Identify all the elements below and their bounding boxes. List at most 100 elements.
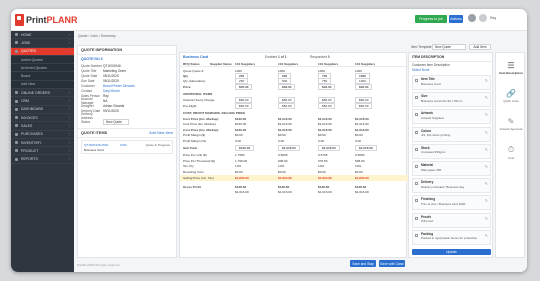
rail-item-label: Quick Links — [503, 99, 519, 103]
quote-field-label: Due Date — [81, 78, 95, 83]
row-value: 0.00 — [235, 138, 242, 143]
sidebar-item-crm[interactable]: CRM › — [11, 97, 74, 106]
app-logo[interactable]: Print PLANR — [15, 13, 78, 27]
enabled-value: 1 of 1 — [278, 55, 287, 59]
sidebar-item-archived-quotes[interactable]: Archived Quotes — [11, 64, 74, 73]
item-description-card[interactable]: Packing Packed in rigid plastic boxes for… — [412, 229, 491, 245]
row-value[interactable]: $32.00 — [318, 83, 336, 90]
item-description-card[interactable]: Artwork Artwork Supplied ✎ — [412, 109, 491, 125]
row-value[interactable]: $1,016.00 — [278, 144, 300, 151]
edit-icon[interactable]: ✎ — [485, 164, 488, 169]
row-value[interactable]: $50.00 — [278, 102, 296, 109]
edit-icon[interactable]: ✎ — [485, 216, 488, 221]
sidebar-item-label: DASHBOARD — [21, 107, 44, 112]
avatar[interactable] — [479, 14, 487, 22]
row-value[interactable]: $1,016.00 — [355, 144, 377, 151]
checkbox[interactable] — [415, 96, 418, 100]
edit-icon[interactable]: ✎ — [485, 147, 488, 152]
sidebar-item-inventory[interactable]: INVENTORY › — [11, 139, 74, 148]
rail-item-cost[interactable]: ⏱ Cost — [496, 145, 526, 160]
sidebar-item-jobs[interactable]: JOBS › — [11, 39, 74, 48]
edit-icon[interactable]: ✎ — [485, 198, 488, 203]
bell-icon[interactable] — [468, 14, 476, 22]
item-description-card[interactable]: Proofs Pdf proof ✎ — [412, 212, 491, 228]
sidebar-item-quotes[interactable]: QUOTES › — [11, 47, 74, 56]
quote-field-label: Quote Title — [81, 68, 97, 73]
quote-field-value: Ray — [103, 94, 109, 99]
sidebar-item-dashboard[interactable]: DASHBOARD › — [11, 106, 74, 114]
row-value[interactable]: $35.00 — [235, 83, 253, 90]
edit-icon[interactable]: ✎ — [485, 233, 488, 238]
item-description-card[interactable]: Delivery Delivery included / Business day… — [412, 178, 491, 194]
row-value[interactable]: $319.00 — [235, 144, 255, 151]
quote-field-value[interactable]: Daryl Booth — [103, 89, 120, 93]
row-value: $1,016.00 — [318, 116, 332, 121]
card-text: Matt paper 350 — [421, 167, 442, 172]
sidebar-item-add-new[interactable]: Add New — [11, 80, 74, 90]
status-select[interactable]: New Quote — [103, 118, 129, 125]
breadcrumb[interactable]: Quote / Jobs / Summary — [78, 34, 116, 38]
sidebar-item-board[interactable]: Board — [11, 72, 74, 81]
checkbox[interactable] — [415, 199, 418, 203]
checkbox[interactable] — [415, 147, 418, 151]
quote-fields: Quote Number QT-5001946 Quote Title Marketi… — [78, 63, 176, 125]
user-name[interactable]: Ray — [490, 16, 496, 20]
sidebar-item-home[interactable]: HOME › — [11, 31, 74, 40]
rail-item-artwork-approval[interactable]: ✎ Artwork Approval — [496, 117, 526, 131]
row-value[interactable]: $50.00 — [235, 102, 253, 109]
progress-to-job-button[interactable]: Progress to job — [415, 15, 447, 23]
edit-icon[interactable]: ✎ — [485, 95, 488, 100]
add-item-button[interactable]: Add Item — [469, 44, 491, 50]
sidebar-item-sales[interactable]: SALES › — [11, 122, 74, 131]
checkbox[interactable] — [415, 113, 418, 117]
row-label: Sub Total — [183, 145, 197, 150]
sidebar-item-reports[interactable]: REPORTS › — [11, 155, 74, 164]
rail-item-item-description[interactable]: ☰ Item Description — [496, 61, 526, 75]
checkbox[interactable] — [415, 182, 418, 186]
sidebar-item-active-quotes[interactable]: Active Quotes — [11, 55, 74, 65]
quote-item-card[interactable]: QT-5001946-P001 Business Card 1000 Quote… — [81, 140, 173, 155]
sidebar-item-product[interactable]: PRODUCT › — [11, 147, 74, 156]
sidebar-item-purchases[interactable]: PURCHASES › — [11, 131, 74, 139]
edit-icon[interactable]: ✎ — [485, 112, 488, 117]
checkbox[interactable] — [415, 79, 418, 82]
checkbox[interactable] — [415, 130, 418, 134]
enabled-info: Enabled 1 of 1 — [265, 55, 287, 59]
checkbox[interactable] — [415, 216, 418, 220]
edit-icon[interactable]: ✎ — [485, 78, 488, 83]
edit-icon[interactable]: ✎ — [485, 130, 488, 135]
actions-button[interactable]: Actions — [449, 15, 463, 23]
quote-name-label[interactable]: QUOTE NO 3 — [78, 55, 176, 63]
row-value: 1000 — [355, 68, 362, 73]
row-value[interactable]: $50.00 — [318, 102, 336, 109]
add-new-item-link[interactable]: Add New Item — [149, 131, 173, 135]
item-description-card[interactable]: Finishing Trim to size / Business card 10… — [412, 195, 491, 211]
item-description-card[interactable]: Size Business Card size 90 x 55mm ✎ — [412, 92, 491, 108]
sidebar-item-label: HOME — [21, 32, 32, 37]
sidebar-item-online-orders[interactable]: ONLINE ORDERS › — [11, 89, 74, 98]
quote-field-value[interactable]: Brand Printer Services — [103, 84, 135, 88]
responded-info: Responded 0 — [310, 55, 330, 59]
chevron-right-icon: › — [68, 115, 70, 120]
item-description-card[interactable]: Stock Uncoated 350gsm ✎ — [412, 143, 491, 159]
update-button[interactable]: Update — [412, 249, 491, 255]
save-with-close-button[interactable]: Save with Close — [379, 260, 405, 267]
row-value: $1,016.00 — [278, 116, 292, 121]
row-value[interactable]: $1,016.00 — [318, 144, 340, 151]
main-area: Quote / Jobs / Summary QUOTE INFORMATION… — [74, 31, 527, 272]
rail-item-quick-links[interactable]: 🔗 Quick Links — [496, 89, 526, 103]
row-value[interactable]: $50.00 — [355, 102, 373, 109]
edit-icon[interactable]: ✎ — [485, 181, 488, 186]
card-title: Material — [421, 163, 434, 167]
item-template-select[interactable]: New Quote — [432, 44, 466, 50]
save-and-stay-button[interactable]: Save and Stay — [350, 260, 376, 267]
checkbox[interactable] — [415, 233, 418, 237]
item-description-card[interactable]: Material Matt paper 350 ✎ — [412, 161, 491, 176]
checkbox[interactable] — [415, 165, 418, 168]
sidebar-item-invoices[interactable]: INVOICES › — [11, 114, 74, 123]
item-description-card[interactable]: Item Title Business Card ✎ — [412, 75, 491, 90]
row-value[interactable]: $33.00 — [278, 83, 296, 90]
select-none-link[interactable]: Select None — [409, 68, 492, 72]
item-description-card[interactable]: Colour 4/4, full colour printing ✎ — [412, 126, 491, 142]
row-value[interactable]: $30.00 — [355, 83, 373, 90]
